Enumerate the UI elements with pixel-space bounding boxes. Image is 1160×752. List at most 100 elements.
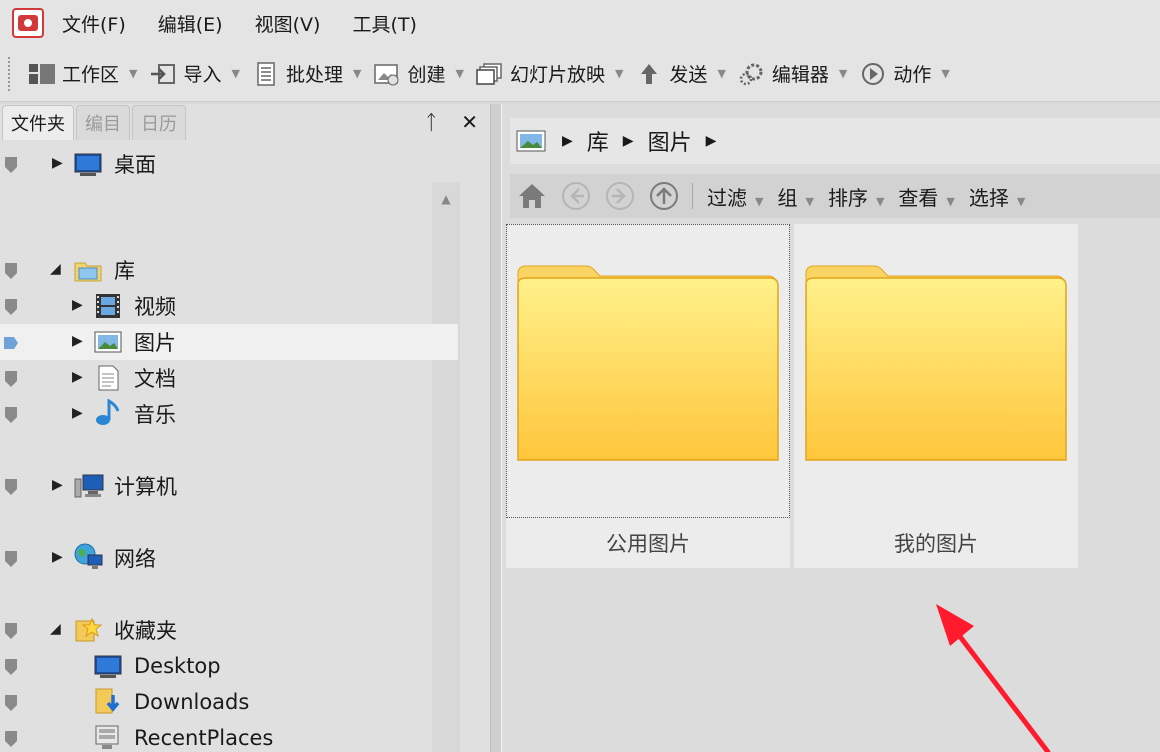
menu-file[interactable]: 文件(F)	[62, 10, 126, 37]
pin-icon[interactable]	[4, 405, 18, 423]
back-icon[interactable]	[560, 180, 592, 212]
sort-button[interactable]: 排序 ▼	[828, 182, 884, 211]
expand-arrow-icon[interactable]: ▶	[72, 369, 83, 385]
import-button[interactable]: 导入 ▼	[149, 60, 240, 87]
action-label: 动作	[893, 64, 932, 86]
address-bar[interactable]: ▶ 库 ▶ 图片 ▶	[510, 118, 1160, 164]
editor-dropdown-icon[interactable]: ▼	[839, 67, 847, 80]
workspace-icon	[28, 62, 56, 86]
menu-view[interactable]: 视图(V)	[255, 10, 321, 37]
collapse-arrow-icon[interactable]: ◢	[50, 621, 61, 637]
pin-icon[interactable]	[4, 657, 18, 675]
folder-tree: ▲ ▶ 桌面 ◢ 库 ▶ 视频 ▶ 图片 ▶ 文档 ▶ 音乐 ▶ 计算机 ▶ 网…	[0, 140, 490, 752]
filter-dropdown-icon[interactable]: ▼	[755, 195, 763, 208]
expand-arrow-icon[interactable]: ▶	[52, 477, 63, 493]
pin-icon[interactable]	[4, 297, 18, 315]
create-button[interactable]: 创建 ▼	[373, 60, 464, 87]
filter-button[interactable]: 过滤 ▼	[707, 182, 763, 211]
editor-label: 编辑器	[771, 64, 829, 86]
breadcrumb-library[interactable]: 库	[587, 125, 609, 157]
view-dropdown-icon[interactable]: ▼	[946, 195, 954, 208]
action-button[interactable]: 动作 ▼	[859, 60, 950, 87]
home-icon[interactable]	[516, 180, 548, 212]
tree-item-pictures[interactable]: ▶ 图片	[0, 324, 458, 360]
select-button[interactable]: 选择 ▼	[969, 182, 1025, 211]
forward-icon[interactable]	[604, 180, 636, 212]
group-button[interactable]: 组 ▼	[777, 182, 813, 211]
folder-tile-public-pictures[interactable]: 公用图片	[506, 224, 790, 568]
workspace-button[interactable]: 工作区 ▼	[28, 60, 137, 87]
expand-arrow-icon[interactable]: ▶	[72, 333, 83, 349]
tree-item-fav-desktop[interactable]: Desktop	[0, 648, 458, 684]
tree-item-video[interactable]: ▶ 视频	[0, 288, 458, 324]
tab-calendar[interactable]: 日历	[132, 105, 186, 140]
pin-panel-icon[interactable]: ᛏ	[425, 110, 437, 134]
tree-item-documents[interactable]: ▶ 文档	[0, 360, 458, 396]
send-button[interactable]: 发送 ▼	[635, 60, 726, 87]
expand-arrow-icon[interactable]: ▶	[52, 549, 63, 565]
view-button[interactable]: 查看 ▼	[898, 182, 954, 211]
tree-item-library[interactable]: ◢ 库	[0, 252, 458, 288]
document-icon	[94, 365, 122, 391]
sort-dropdown-icon[interactable]: ▼	[876, 195, 884, 208]
batch-dropdown-icon[interactable]: ▼	[353, 67, 361, 80]
app-camera-icon[interactable]	[12, 8, 44, 38]
tree-item-label: 收藏夹	[114, 619, 177, 643]
pin-icon[interactable]	[4, 693, 18, 711]
pin-icon[interactable]	[4, 621, 18, 639]
scroll-up-icon[interactable]: ▲	[432, 186, 460, 212]
sort-label: 排序	[827, 185, 868, 210]
folder-tile-my-pictures[interactable]: 我的图片	[794, 224, 1078, 568]
menu-edit[interactable]: 编辑(E)	[158, 10, 223, 37]
pin-icon[interactable]	[4, 155, 18, 173]
menu-tools[interactable]: 工具(T)	[352, 10, 416, 37]
group-dropdown-icon[interactable]: ▼	[805, 195, 813, 208]
create-label: 创建	[407, 64, 446, 86]
pin-icon[interactable]	[4, 369, 18, 387]
group-label: 组	[777, 185, 798, 210]
pin-icon[interactable]	[4, 261, 18, 279]
tree-item-label: 桌面	[114, 153, 156, 177]
folder-thumbnail[interactable]	[506, 224, 790, 518]
up-folder-icon[interactable]	[648, 180, 680, 212]
pin-selected-icon[interactable]	[4, 333, 18, 351]
select-dropdown-icon[interactable]: ▼	[1017, 195, 1025, 208]
panel-splitter[interactable]	[490, 104, 502, 752]
breadcrumb-arrow-icon[interactable]: ▶	[562, 133, 573, 149]
expand-arrow-icon[interactable]: ▶	[72, 297, 83, 313]
tree-item-desktop[interactable]: ▶ 桌面	[0, 146, 458, 182]
editor-button[interactable]: 编辑器 ▼	[738, 60, 847, 87]
import-label: 导入	[183, 64, 222, 86]
tab-folders[interactable]: 文件夹	[2, 105, 74, 140]
pin-icon[interactable]	[4, 729, 18, 747]
editor-icon	[738, 62, 766, 86]
batch-icon	[252, 61, 280, 86]
close-panel-icon[interactable]: ✕	[461, 110, 478, 134]
collapse-arrow-icon[interactable]: ◢	[50, 261, 61, 277]
pin-icon[interactable]	[4, 549, 18, 567]
breadcrumb-arrow-icon[interactable]: ▶	[623, 133, 634, 149]
tab-catalog[interactable]: 编目	[76, 105, 130, 140]
expand-arrow-icon[interactable]: ▶	[72, 405, 83, 421]
folder-thumbnail[interactable]	[794, 224, 1078, 518]
slideshow-button[interactable]: 幻灯片放映 ▼	[476, 60, 623, 87]
import-dropdown-icon[interactable]: ▼	[232, 67, 240, 80]
create-dropdown-icon[interactable]: ▼	[455, 67, 463, 80]
workspace-dropdown-icon[interactable]: ▼	[129, 67, 137, 80]
breadcrumb-arrow-icon[interactable]: ▶	[706, 133, 717, 149]
slideshow-dropdown-icon[interactable]: ▼	[615, 67, 623, 80]
toolbar-grip[interactable]	[8, 56, 14, 91]
tree-item-music[interactable]: ▶ 音乐	[0, 396, 458, 432]
tree-item-recent-places[interactable]: RecentPlaces	[0, 720, 458, 752]
tree-item-network[interactable]: ▶ 网络	[0, 540, 458, 576]
tree-item-computer[interactable]: ▶ 计算机	[0, 468, 458, 504]
action-dropdown-icon[interactable]: ▼	[941, 67, 949, 80]
pin-icon[interactable]	[4, 477, 18, 495]
tree-item-favorites[interactable]: ◢ 收藏夹	[0, 612, 458, 648]
tree-item-downloads[interactable]: Downloads	[0, 684, 458, 720]
desktop-icon	[94, 653, 122, 679]
batch-button[interactable]: 批处理 ▼	[252, 60, 361, 87]
send-dropdown-icon[interactable]: ▼	[717, 67, 725, 80]
expand-arrow-icon[interactable]: ▶	[52, 155, 63, 171]
breadcrumb-pictures[interactable]: 图片	[648, 125, 692, 157]
